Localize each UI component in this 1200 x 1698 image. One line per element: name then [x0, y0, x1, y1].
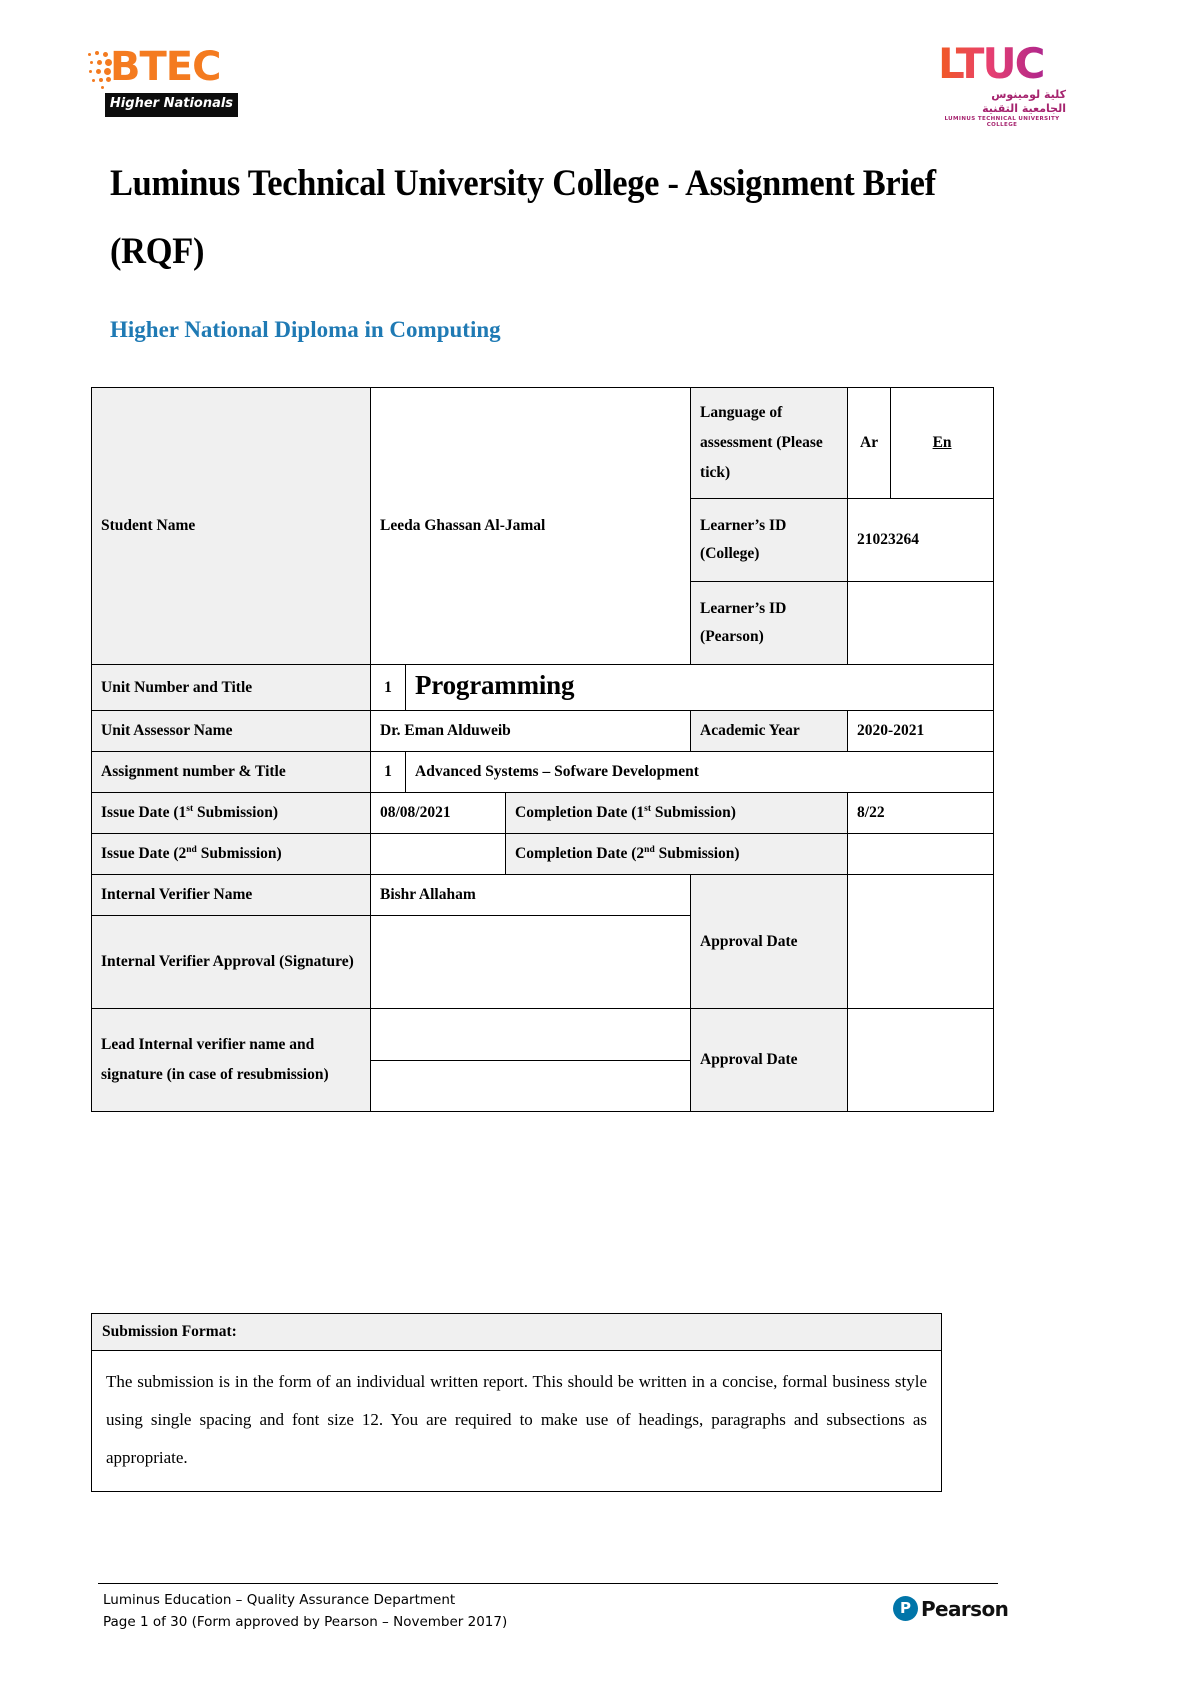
learner-id-pearson-value[interactable]	[847, 581, 995, 665]
pearson-wordmark: Pearson	[921, 1597, 1009, 1621]
academic-year-value[interactable]: 2020-2021	[847, 710, 995, 752]
approval-date-value-1[interactable]	[847, 874, 995, 1009]
learner-id-college-value[interactable]: 21023264	[847, 498, 995, 582]
table-row-issue-date-2: Issue Date (2nd Submission) Completion D…	[91, 833, 995, 875]
btec-higher-nationals-band: Higher Nationals	[105, 93, 238, 117]
footer-text: Luminus Education – Quality Assurance De…	[103, 1589, 507, 1633]
issue-date-1-value[interactable]: 08/08/2021	[370, 792, 506, 834]
language-of-assessment-label: Language of assessment (Please tick)	[690, 387, 849, 499]
ltuc-english-line: LUMINUS TECHNICAL UNIVERSITY COLLEGE	[944, 116, 1060, 128]
completion-date-1-value[interactable]: 8/22	[847, 792, 995, 834]
ltuc-arabic-line-1: كلية لومينوس	[991, 88, 1066, 101]
submission-format-table: Submission Format: The submission is in …	[91, 1313, 942, 1492]
pearson-logo: Pearson	[893, 1594, 1009, 1624]
footer-divider	[98, 1583, 998, 1584]
language-option-ar[interactable]: Ar	[847, 387, 892, 499]
unit-assessor-label: Unit Assessor Name	[91, 710, 371, 752]
logo-header: BTEC Higher Nationals LTUC كلية لومينوس …	[0, 0, 1200, 140]
table-row-issue-date-1: Issue Date (1st Submission) 08/08/2021 C…	[91, 792, 995, 834]
unit-assessor-value[interactable]: Dr. Eman Alduweib	[369, 710, 692, 752]
ltuc-arabic-line-2: الجامعية التقنية	[982, 102, 1066, 115]
submission-format-heading: Submission Format:	[91, 1313, 942, 1351]
approval-date-value-2[interactable]	[847, 1008, 995, 1112]
table-row-student-name: Student Name Leeda Ghassan Al-Jamal Lang…	[91, 387, 995, 665]
lead-internal-verifier-label: Lead Internal verifier name and signatur…	[91, 1008, 371, 1112]
table-row-lead-internal-verifier: Lead Internal verifier name and signatur…	[91, 1008, 995, 1112]
unit-title-text: Programming	[415, 670, 575, 700]
learner-id-pearson-label: Learner’s ID (Pearson)	[690, 581, 849, 665]
assignment-number-label: Assignment number & Title	[91, 751, 371, 793]
ltuc-wordmark: LTUC	[938, 39, 1045, 88]
assignment-number-value[interactable]: 1	[370, 751, 406, 793]
unit-title-value[interactable]: Programming	[404, 664, 995, 711]
completion-date-2-value[interactable]	[847, 833, 995, 875]
btec-band-label: Higher Nationals	[109, 96, 234, 111]
issue-date-1-label: Issue Date (1st Submission)	[91, 792, 371, 834]
language-option-en-label: En	[932, 434, 952, 451]
ltuc-logo: LTUC كلية لومينوس الجامعية التقنية LUMIN…	[938, 39, 1066, 129]
table-row-unit-number-title: Unit Number and Title 1 Programming	[91, 664, 995, 711]
submission-format-body-row: The submission is in the form of an indi…	[91, 1350, 942, 1492]
approval-date-label-1: Approval Date	[690, 874, 849, 1009]
completion-date-1-label: Completion Date (1st Submission)	[504, 792, 849, 834]
page-title: Luminus Technical University College - A…	[110, 163, 936, 272]
internal-verifier-name-value[interactable]: Bishr Allaham	[369, 874, 692, 916]
issue-date-2-label: Issue Date (2nd Submission)	[91, 833, 371, 875]
submission-format-body: The submission is in the form of an indi…	[91, 1350, 942, 1492]
btec-wordmark: BTEC	[110, 44, 221, 90]
programme-subtitle: Higher National Diploma in Computing	[110, 317, 501, 342]
submission-format-heading-row: Submission Format:	[91, 1313, 942, 1351]
internal-verifier-approval-value[interactable]	[369, 915, 692, 1009]
document-page: BTEC Higher Nationals LTUC كلية لومينوس …	[0, 0, 1200, 1698]
btec-logo: BTEC Higher Nationals	[88, 45, 238, 127]
lead-verifier-name-field[interactable]	[371, 1015, 691, 1061]
table-row-assignment-number-title: Assignment number & Title 1 Advanced Sys…	[91, 751, 995, 793]
lead-verifier-signature-field[interactable]	[371, 1061, 690, 1106]
completion-date-2-label: Completion Date (2nd Submission)	[504, 833, 849, 875]
lead-internal-verifier-value[interactable]	[369, 1008, 692, 1112]
internal-verifier-approval-label: Internal Verifier Approval (Signature)	[91, 915, 371, 1009]
academic-year-label: Academic Year	[690, 710, 849, 752]
language-option-en[interactable]: En	[890, 387, 995, 499]
issue-date-2-value[interactable]	[370, 833, 506, 875]
internal-verifier-name-label: Internal Verifier Name	[91, 874, 371, 916]
unit-number-label: Unit Number and Title	[91, 664, 371, 711]
footer-line-1: Luminus Education – Quality Assurance De…	[103, 1592, 456, 1608]
assignment-title-value[interactable]: Advanced Systems – Sofware Development	[404, 751, 995, 793]
unit-number-value[interactable]: 1	[370, 664, 406, 711]
assignment-brief-table: Student Name Leeda Ghassan Al-Jamal Lang…	[91, 387, 995, 1112]
table-row-unit-assessor: Unit Assessor Name Dr. Eman Alduweib Aca…	[91, 710, 995, 752]
student-name-value[interactable]: Leeda Ghassan Al-Jamal	[369, 387, 692, 665]
student-name-label: Student Name	[91, 387, 371, 665]
pearson-mark-icon	[893, 1596, 918, 1621]
footer-line-2: Page 1 of 30 (Form approved by Pearson –…	[103, 1614, 508, 1630]
approval-date-label-2: Approval Date	[690, 1008, 849, 1112]
table-row-internal-verifier-name: Internal Verifier Name Bishr Allaham App…	[91, 874, 995, 1009]
learner-id-college-label: Learner’s ID (College)	[690, 498, 849, 582]
